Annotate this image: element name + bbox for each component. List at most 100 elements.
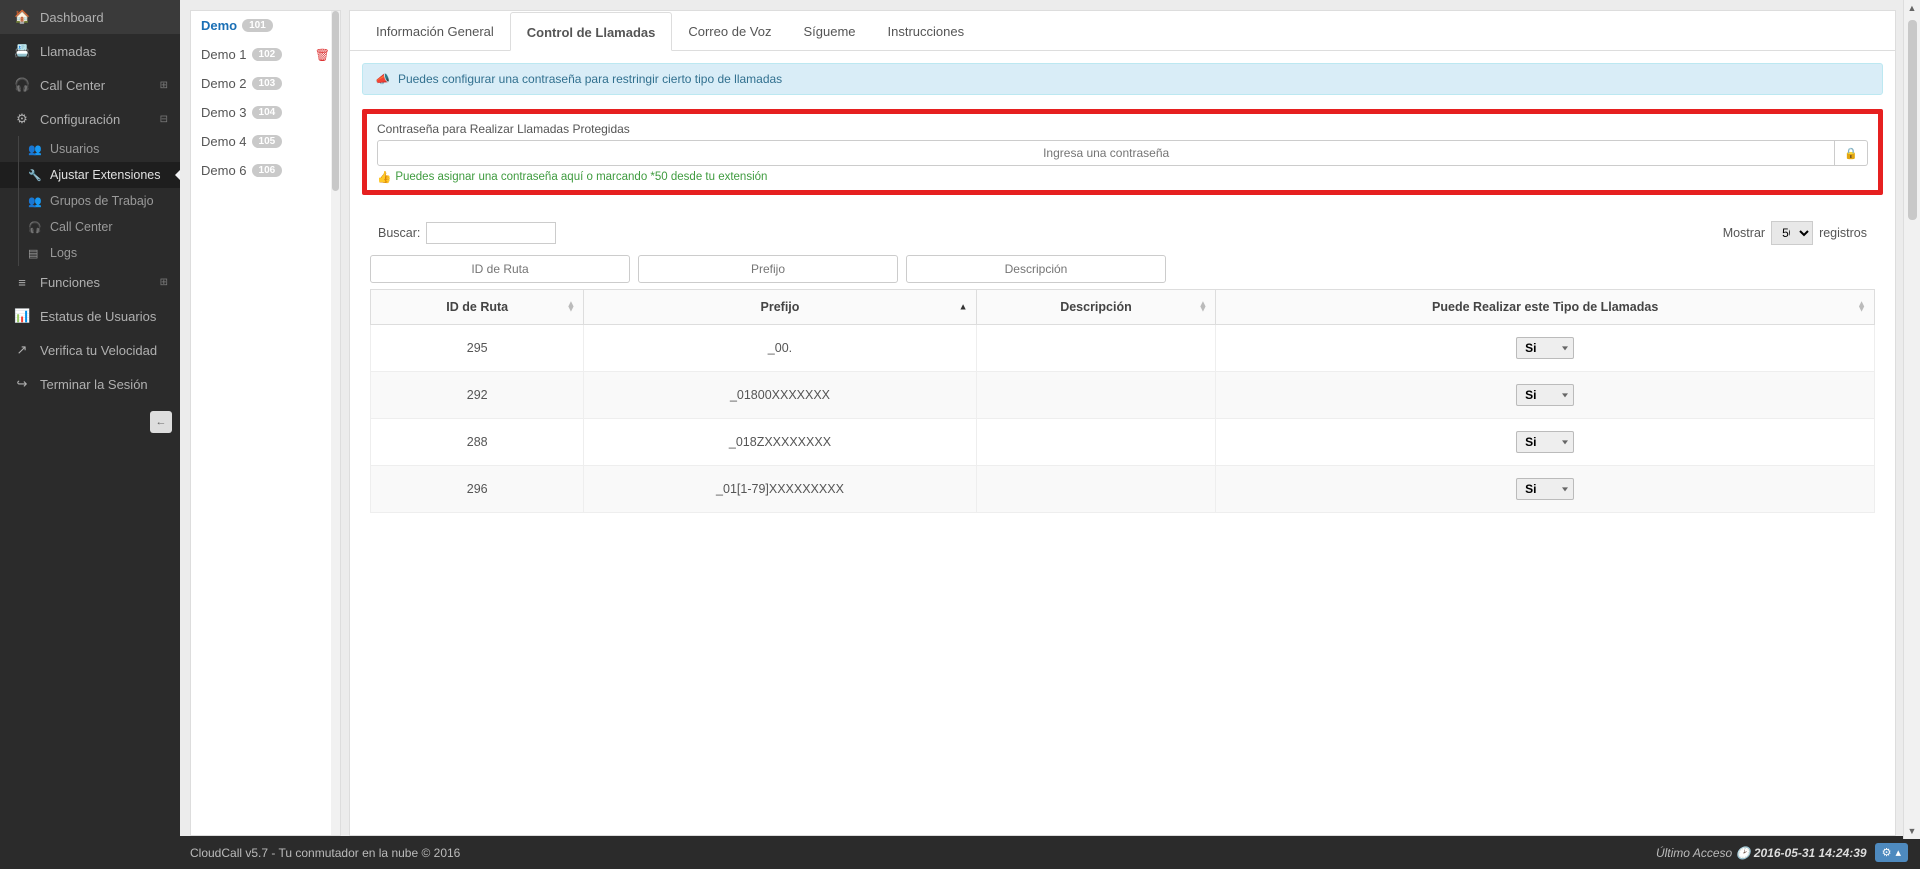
extension-item[interactable]: Demo 4105 <box>191 127 340 156</box>
password-lock-addon: 🔒 <box>1835 140 1868 166</box>
table-cell-status: Si <box>1216 419 1875 466</box>
show-label: Mostrar <box>1723 226 1765 240</box>
main-scrollbar[interactable]: ▲ ▼ <box>1903 0 1920 839</box>
sidebar-item-label: Dashboard <box>40 10 104 25</box>
table-cell-id: 288 <box>371 419 584 466</box>
search-input[interactable] <box>426 222 556 244</box>
filter-prefijo[interactable] <box>638 255 898 283</box>
scroll-up-icon[interactable]: ▲ <box>1908 0 1917 16</box>
sidebar-item-velocidad[interactable]: ↗ Verifica tu Velocidad <box>0 333 180 367</box>
sidebar-item-funciones[interactable]: ≡ Funciones <box>0 266 180 299</box>
sidebar-item-configuracion[interactable]: ⚙ Configuración <box>0 102 180 136</box>
routes-table: ID de Ruta ▲▼ Prefijo ▲ Descripción ▲▼ <box>370 289 1875 513</box>
can-call-select[interactable]: Si <box>1516 337 1574 359</box>
scrollbar-thumb[interactable] <box>1908 20 1917 220</box>
footer: CloudCall v5.7 - Tu conmutador en la nub… <box>180 836 1920 869</box>
tab-sigueme[interactable]: Sígueme <box>787 12 871 51</box>
extension-item[interactable]: Demo 6106 <box>191 156 340 185</box>
sidebar: 🏠 Dashboard 📇 Llamadas 🎧 Call Center ⚙ C… <box>0 0 180 869</box>
column-filter-row <box>362 249 1883 289</box>
table-cell-id: 295 <box>371 325 584 372</box>
sidebar-item-estatus[interactable]: 📊 Estatus de Usuarios <box>0 299 180 333</box>
extension-badge: 106 <box>252 164 283 177</box>
tabs-bar: Información General Control de Llamadas … <box>350 11 1895 51</box>
extension-item[interactable]: Demo 2103 <box>191 69 340 98</box>
filter-descripcion[interactable] <box>906 255 1166 283</box>
table-row: 295_00. Si <box>371 325 1875 372</box>
table-cell-status: Si <box>1216 372 1875 419</box>
table-cell-prefix: _01[1-79]XXXXXXXXX <box>584 466 976 513</box>
can-call-select[interactable]: Si <box>1516 384 1574 406</box>
can-call-select[interactable]: Si <box>1516 478 1574 500</box>
footer-last-access-label: Último Acceso <box>1656 846 1732 860</box>
sidebar-subitem-grupos[interactable]: 👥 Grupos de Trabajo <box>0 188 180 214</box>
lock-icon: 🔒 <box>1844 147 1858 160</box>
sort-asc-icon: ▲ <box>959 304 968 309</box>
col-header-puede-realizar[interactable]: Puede Realizar este Tipo de Llamadas ▲▼ <box>1216 290 1875 325</box>
table-cell-desc <box>976 419 1216 466</box>
password-highlight-box: Contraseña para Realizar Llamadas Proteg… <box>362 109 1883 195</box>
extension-badge: 104 <box>252 106 283 119</box>
sidebar-subitem-ajustar-extensiones[interactable]: 🔧 Ajustar Extensiones <box>0 162 180 188</box>
content-area: Demo101Demo 1102🗑Demo 2103Demo 3104Demo … <box>180 0 1920 869</box>
password-input[interactable] <box>377 140 1835 166</box>
sidebar-subitem-label: Usuarios <box>50 142 99 156</box>
gears-icon: ⚙ <box>1882 846 1892 859</box>
tab-informacion-general[interactable]: Información General <box>360 12 510 51</box>
extension-item[interactable]: Demo 3104 <box>191 98 340 127</box>
extension-item[interactable]: Demo101 <box>191 11 340 40</box>
table-controls: Buscar: Mostrar 50 registros <box>362 221 1883 245</box>
can-call-select[interactable]: Si <box>1516 431 1574 453</box>
scrollbar-thumb[interactable] <box>332 11 339 191</box>
sidebar-subitem-label: Grupos de Trabajo <box>50 194 154 208</box>
table-cell-desc <box>976 466 1216 513</box>
table-cell-prefix: _01800XXXXXXX <box>584 372 976 419</box>
footer-settings-button[interactable]: ⚙ ▴ <box>1875 843 1908 862</box>
extension-badge: 105 <box>252 135 283 148</box>
sidebar-subitem-usuarios[interactable]: 👥 Usuarios <box>0 136 180 162</box>
tab-correo-voz[interactable]: Correo de Voz <box>672 12 787 51</box>
tab-instrucciones[interactable]: Instrucciones <box>872 12 981 51</box>
sidebar-item-label: Estatus de Usuarios <box>40 309 156 324</box>
info-alert: 📣 Puedes configurar una contraseña para … <box>362 63 1883 95</box>
clock-icon: 🕑 <box>1736 846 1754 860</box>
table-cell-desc <box>976 372 1216 419</box>
sidebar-subitem-logs[interactable]: ▤ Logs <box>0 240 180 266</box>
sidebar-collapse-button[interactable]: ← <box>150 411 172 433</box>
sidebar-item-label: Terminar la Sesión <box>40 377 148 392</box>
tab-control-llamadas[interactable]: Control de Llamadas <box>510 12 673 51</box>
arrow-left-icon: ← <box>156 416 167 428</box>
extensions-list-panel: Demo101Demo 1102🗑Demo 2103Demo 3104Demo … <box>190 10 341 836</box>
bullhorn-icon: 📣 <box>375 72 390 86</box>
password-label: Contraseña para Realizar Llamadas Proteg… <box>377 122 1868 136</box>
sidebar-item-dashboard[interactable]: 🏠 Dashboard <box>0 0 180 34</box>
extension-name: Demo <box>201 18 237 33</box>
col-header-descripcion[interactable]: Descripción ▲▼ <box>976 290 1216 325</box>
table-row: 296_01[1-79]XXXXXXXXXSi <box>371 466 1875 513</box>
sidebar-item-callcenter[interactable]: 🎧 Call Center <box>0 68 180 102</box>
scroll-down-icon[interactable]: ▼ <box>1908 823 1917 839</box>
extension-item[interactable]: Demo 1102🗑 <box>191 40 340 69</box>
trash-icon[interactable]: 🗑 <box>315 48 330 62</box>
sort-icon: ▲▼ <box>1198 302 1207 313</box>
sidebar-item-logout[interactable]: ↪ Terminar la Sesión <box>0 367 180 401</box>
sidebar-subitem-label: Ajustar Extensiones <box>50 168 160 182</box>
panel-scrollbar[interactable] <box>331 11 340 835</box>
page-length-select[interactable]: 50 <box>1771 221 1813 245</box>
col-header-id[interactable]: ID de Ruta ▲▼ <box>371 290 584 325</box>
table-cell-status: Si <box>1216 325 1875 372</box>
extension-name: Demo 1 <box>201 47 247 62</box>
table-cell-status: Si <box>1216 466 1875 513</box>
password-hint-text: Puedes asignar una contraseña aquí o mar… <box>395 171 767 183</box>
filter-id-ruta[interactable] <box>370 255 630 283</box>
col-header-prefijo[interactable]: Prefijo ▲ <box>584 290 976 325</box>
table-cell-desc <box>976 325 1216 372</box>
sidebar-item-llamadas[interactable]: 📇 Llamadas <box>0 34 180 68</box>
share-icon: ↗ <box>14 342 30 358</box>
table-cell-prefix: _00. <box>584 325 976 372</box>
table-cell-id: 292 <box>371 372 584 419</box>
sidebar-subitem-callcenter[interactable]: 🎧 Call Center <box>0 214 180 240</box>
briefcase-icon: ≡ <box>14 275 30 290</box>
table-row: 288_018ZXXXXXXXXSi <box>371 419 1875 466</box>
table-row: 292_01800XXXXXXX Si <box>371 372 1875 419</box>
